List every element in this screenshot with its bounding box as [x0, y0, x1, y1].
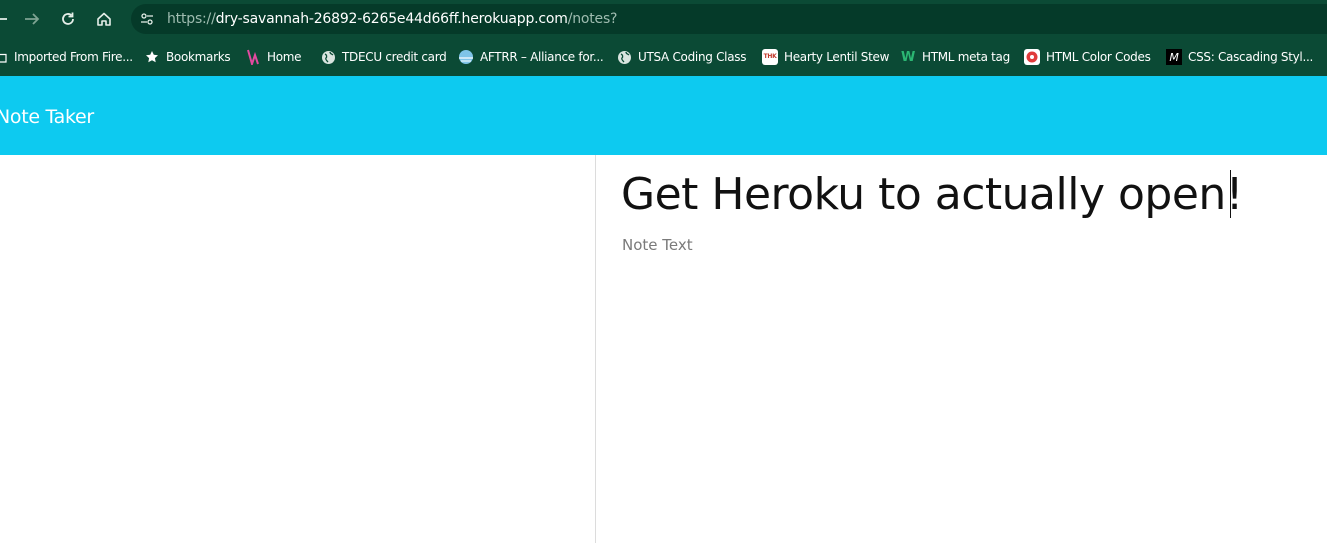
aftrr-logo-icon	[458, 49, 474, 65]
note-title-input[interactable]	[621, 166, 1301, 222]
text-caret	[1230, 170, 1231, 218]
app-brand[interactable]: Note Taker	[0, 106, 94, 128]
browser-toolbar: https://dry-savannah-26892-6265e44d66ff.…	[0, 0, 1327, 38]
forward-arrow-icon[interactable]	[20, 7, 44, 31]
note-list-panel	[0, 155, 595, 543]
bookmark-html-color-codes[interactable]: HTML Color Codes	[1024, 46, 1151, 68]
globe-icon	[320, 49, 336, 65]
color-wheel-icon	[1024, 49, 1040, 65]
bookmark-aftrr[interactable]: AFTRR – Alliance for...	[458, 46, 604, 68]
bookmark-tdecu[interactable]: TDECU credit card	[320, 46, 447, 68]
mdn-logo-icon: M	[1166, 49, 1182, 65]
back-arrow-icon[interactable]	[0, 7, 12, 31]
folder-icon	[0, 49, 8, 65]
bookmark-css-mdn[interactable]: M CSS: Cascading Styl...	[1166, 46, 1313, 68]
thk-logo-icon: THK	[762, 49, 778, 65]
bookmark-utsa[interactable]: UTSA Coding Class	[616, 46, 746, 68]
app-navbar: Note Taker	[0, 76, 1327, 155]
star-icon	[144, 49, 160, 65]
note-text-area[interactable]	[622, 236, 1302, 536]
w-logo-icon: W	[900, 49, 916, 65]
home-logo-icon	[245, 49, 261, 65]
bookmark-imported-folder[interactable]: Imported From Fire...	[0, 46, 133, 68]
bookmark-bookmarks-folder[interactable]: Bookmarks	[144, 46, 231, 68]
bookmark-home[interactable]: Home	[245, 46, 302, 68]
reload-icon[interactable]	[56, 7, 80, 31]
address-bar[interactable]: https://dry-savannah-26892-6265e44d66ff.…	[131, 4, 1327, 34]
home-icon[interactable]	[92, 7, 116, 31]
bookmark-html-meta[interactable]: W HTML meta tag	[900, 46, 1010, 68]
bookmarks-bar: Imported From Fire... Bookmarks Home TDE…	[0, 38, 1327, 76]
url-text: https://dry-savannah-26892-6265e44d66ff.…	[167, 11, 618, 27]
globe-icon	[616, 49, 632, 65]
bookmark-lentil-stew[interactable]: THK Hearty Lentil Stew	[762, 46, 889, 68]
column-divider	[595, 155, 596, 543]
site-settings-icon[interactable]	[136, 8, 158, 30]
